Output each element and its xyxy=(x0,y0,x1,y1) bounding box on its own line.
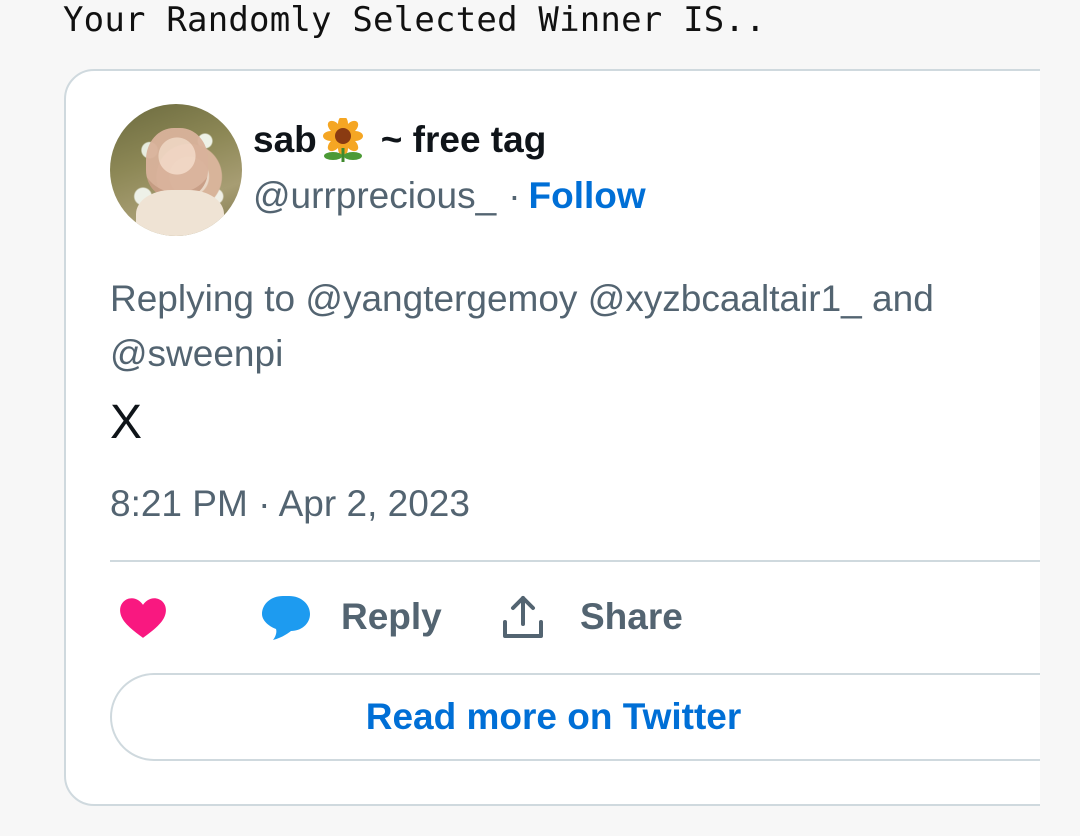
read-more-label: Read more on Twitter xyxy=(365,696,742,737)
page-headline: Your Randomly Selected Winner IS.. xyxy=(63,0,766,40)
tweet-text: X xyxy=(110,396,143,449)
display-name-suffix: ~ free tag xyxy=(380,119,547,160)
display-name-row[interactable]: sab ~ free tag xyxy=(253,116,547,162)
replying-to: Replying to @yangtergemoy @xyzbcaaltair1… xyxy=(110,278,934,374)
avatar[interactable] xyxy=(110,104,242,236)
reply-label: Reply xyxy=(341,596,442,637)
tweet-timestamp[interactable]: 8:21 PM · Apr 2, 2023 xyxy=(110,482,470,526)
sunflower-icon xyxy=(317,116,369,162)
heart-icon xyxy=(118,595,168,639)
separator-dot: · xyxy=(508,175,521,216)
display-name: sab xyxy=(253,119,317,160)
viewport-right-edge xyxy=(1040,0,1080,836)
reply-button[interactable]: Reply xyxy=(261,592,442,642)
share-icon xyxy=(500,594,546,640)
handle-row: @urrprecious_ · Follow xyxy=(253,174,646,218)
avatar-shoulders xyxy=(136,190,224,236)
share-button[interactable]: Share xyxy=(500,592,683,642)
divider xyxy=(110,560,1050,562)
like-button[interactable] xyxy=(118,592,168,642)
user-handle[interactable]: @urrprecious_ xyxy=(253,175,496,216)
reply-bubble-icon xyxy=(261,594,311,640)
share-label: Share xyxy=(580,596,683,637)
follow-button[interactable]: Follow xyxy=(529,175,646,216)
avatar-figure xyxy=(146,128,208,198)
read-more-button[interactable]: Read more on Twitter xyxy=(110,673,1080,761)
